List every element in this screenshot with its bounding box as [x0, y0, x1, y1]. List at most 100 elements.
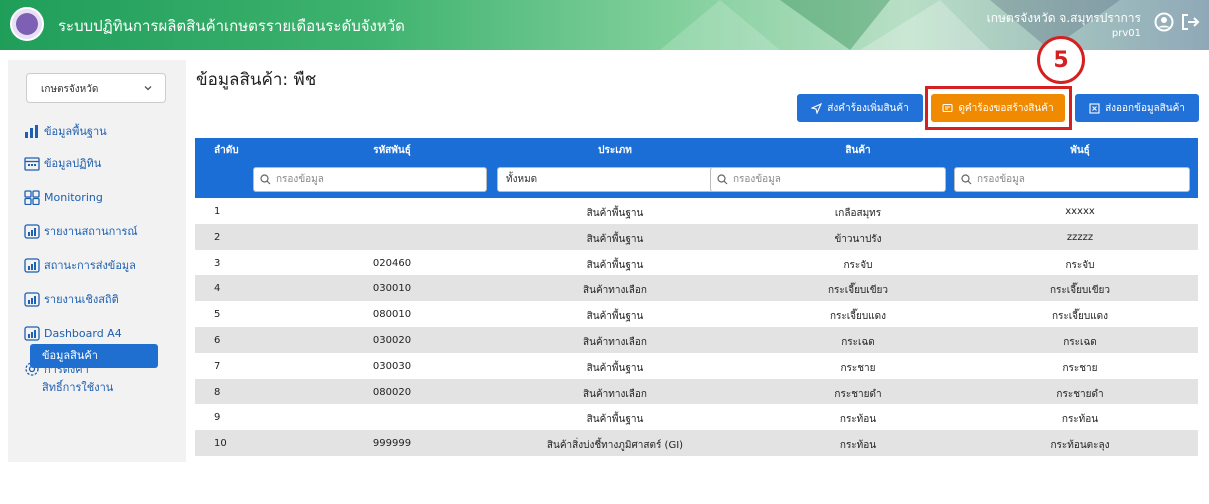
cell-type: สินค้าพื้นฐาน [586, 259, 644, 271]
send-request-label: ส่งคำร้องเพิ่มสินค้า [827, 102, 909, 114]
cell-variety-code: 080010 [372, 309, 412, 321]
table-row[interactable]: 9 สินค้าพื้นฐาน กระท้อน กระท้อน [195, 404, 1198, 430]
sidebar-item-label: Monitoring [44, 190, 103, 204]
table-row[interactable]: 4 030010 สินค้าทางเลือก กระเจี๊ยบเขียว กระเจ… [195, 275, 1198, 302]
cell-variety: กระท้อน [1061, 414, 1099, 426]
app-title: ระบบปฏิทินการผลิตสินค้าเกษตรรายเดือนระดั… [58, 17, 405, 35]
sidebar-item-monitoring[interactable]: Monitoring [24, 186, 103, 208]
table-body: 1 สินค้าพื้นฐาน เกลือสมุทร xxxxx 2 สินค้าพื้น… [195, 198, 1198, 456]
cell-order: 10 [214, 438, 227, 450]
cell-type: สินค้าทางเลือก [583, 388, 647, 400]
sidebar-item-permissions[interactable]: สิทธิ์การใช้งาน [42, 378, 113, 396]
sidebar-item-calendar[interactable]: ข้อมูลปฏิทิน [24, 152, 101, 174]
export-icon [1089, 102, 1100, 114]
app-header: ระบบปฏิทินการผลิตสินค้าเกษตรรายเดือนระดั… [0, 0, 1209, 50]
cell-variety: zzzzz [1066, 231, 1094, 243]
report-icon [24, 223, 40, 239]
search-icon [260, 174, 271, 185]
cell-product: เกลือสมุทร [834, 208, 882, 219]
code-filter-input[interactable]: กรองข้อมูล [253, 167, 487, 192]
cell-variety: กระจับ [1065, 259, 1095, 271]
table-row[interactable]: 3 020460 สินค้าพื้นฐาน กระจับ กระจับ [195, 250, 1198, 276]
user-organization: เกษตรจังหวัด จ.สมุทรปราการ [986, 11, 1141, 25]
report-icon [24, 257, 40, 273]
cell-product: กระชายดำ [834, 388, 882, 400]
product-table: ลำดับ รหัสพันธุ์ ประเภท สินค้า พันธุ์ กร… [195, 138, 1198, 456]
cell-product: ข้าวนาปรัง [834, 233, 882, 245]
cell-order: 1 [214, 206, 221, 217]
table-row[interactable]: 2 สินค้าพื้นฐาน ข้าวนาปรัง zzzzz [195, 223, 1198, 250]
app-logo [10, 7, 44, 41]
table-row[interactable]: 1 สินค้าพื้นฐาน เกลือสมุทร xxxxx [195, 198, 1198, 224]
table-header: ลำดับ รหัสพันธุ์ ประเภท สินค้า พันธุ์ [195, 138, 1198, 160]
cell-variety: กระเฉด [1063, 336, 1097, 348]
table-row[interactable]: 5 080010 สินค้าพื้นฐาน กระเจี๊ยบแดง กระเจี๊ย… [195, 301, 1198, 327]
sidebar-item-label: ข้อมูลปฏิทิน [44, 157, 102, 170]
user-avatar-icon[interactable] [1154, 12, 1174, 32]
bar-chart-icon [25, 125, 38, 138]
header-product: สินค้า [845, 145, 871, 156]
page-title: ข้อมูลสินค้า: พืช [196, 70, 317, 90]
grid-icon [24, 189, 40, 205]
cell-variety-code: 030010 [372, 283, 412, 295]
cell-product: กระเจี๊ยบแดง [829, 311, 887, 323]
product-filter-input[interactable]: กรองข้อมูล [710, 167, 946, 192]
sidebar-item-situation-report[interactable]: รายงานสถานการณ์ [24, 220, 138, 242]
cell-variety-code: 030020 [372, 334, 412, 346]
variety-filter-placeholder: กรองข้อมูล [977, 174, 1025, 185]
calendar-icon [24, 156, 40, 171]
cell-order: 6 [214, 334, 221, 346]
send-request-button[interactable]: ส่งคำร้องเพิ่มสินค้า [797, 94, 923, 122]
cell-product: กระท้อน [839, 414, 877, 426]
cell-order: 3 [214, 257, 221, 269]
cell-type: สินค้าพื้นฐาน [586, 362, 644, 374]
table-row[interactable]: 10 999999 สินค้าสิ่งบ่งชี้ทางภูมิศาสตร์ (G… [195, 430, 1198, 456]
cell-variety: กระเจี๊ยบแดง [1051, 311, 1109, 323]
export-label: ส่งออกข้อมูลสินค้า [1105, 102, 1185, 114]
cell-type: สินค้าพื้นฐาน [586, 233, 644, 245]
cell-order: 2 [214, 231, 221, 243]
cell-type: สินค้าพื้นฐาน [586, 208, 644, 219]
cell-product: กระชาย [840, 362, 876, 374]
cell-variety-code: 030030 [372, 360, 412, 372]
type-filter-value: ทั้งหมด [506, 174, 538, 185]
cell-order: 7 [214, 360, 221, 372]
sidebar-item-label: Dashboard A4 [44, 326, 122, 340]
sidebar-item-basic-data[interactable]: ข้อมูลพื้นฐาน [24, 120, 107, 142]
cell-product: กระเฉด [841, 336, 875, 348]
cell-type: สินค้าทางเลือก [583, 336, 647, 348]
step-number-badge: 5 [1037, 36, 1085, 84]
sidebar-item-dashboard-a4[interactable]: Dashboard A4 [24, 322, 122, 344]
cell-variety: xxxxx [1065, 206, 1095, 217]
annotation-highlight-box [925, 86, 1072, 130]
export-button[interactable]: ส่งออกข้อมูลสินค้า [1075, 94, 1199, 122]
sidebar-item-statistics-report[interactable]: รายงานเชิงสถิติ [24, 288, 119, 310]
role-select[interactable]: เกษตรจังหวัด [26, 73, 166, 103]
cell-order: 8 [214, 386, 221, 398]
cell-order: 4 [214, 283, 221, 295]
product-filter-placeholder: กรองข้อมูล [733, 174, 781, 185]
sidebar-item-label: ข้อมูลพื้นฐาน [44, 125, 107, 138]
cell-variety: กระชาย [1062, 362, 1098, 374]
cell-variety: กระท้อนตะลุง [1050, 440, 1110, 452]
variety-filter-input[interactable]: กรองข้อมูล [954, 167, 1190, 192]
cell-type: สินค้าสิ่งบ่งชี้ทางภูมิศาสตร์ (GI) [546, 440, 684, 452]
cell-type: สินค้าพื้นฐาน [586, 414, 644, 426]
logout-icon[interactable] [1180, 12, 1200, 32]
user-code: prv01 [1111, 28, 1141, 39]
code-filter-placeholder: กรองข้อมูล [276, 174, 324, 185]
type-filter-select[interactable]: ทั้งหมด [497, 167, 731, 192]
report-icon [24, 325, 40, 341]
table-row[interactable]: 6 030020 สินค้าทางเลือก กระเฉด กระเฉด [195, 326, 1198, 353]
cell-variety-code: 080020 [372, 386, 412, 398]
cell-product: กระเจี๊ยบเขียว [827, 285, 889, 297]
cell-variety: กระชายดำ [1056, 388, 1104, 400]
search-icon [961, 174, 972, 185]
sidebar-item-product-data[interactable]: ข้อมูลสินค้า [30, 344, 158, 368]
sidebar-item-submission-status[interactable]: สถานะการส่งข้อมูล [24, 254, 136, 276]
search-icon [717, 174, 728, 185]
cell-variety-code: 999999 [372, 438, 412, 450]
sidebar-item-label: รายงานเชิงสถิติ [44, 293, 119, 306]
table-row[interactable]: 7 030030 สินค้าพื้นฐาน กระชาย กระชาย [195, 353, 1198, 379]
table-row[interactable]: 8 080020 สินค้าทางเลือก กระชายดำ กระชายดำ [195, 378, 1198, 405]
